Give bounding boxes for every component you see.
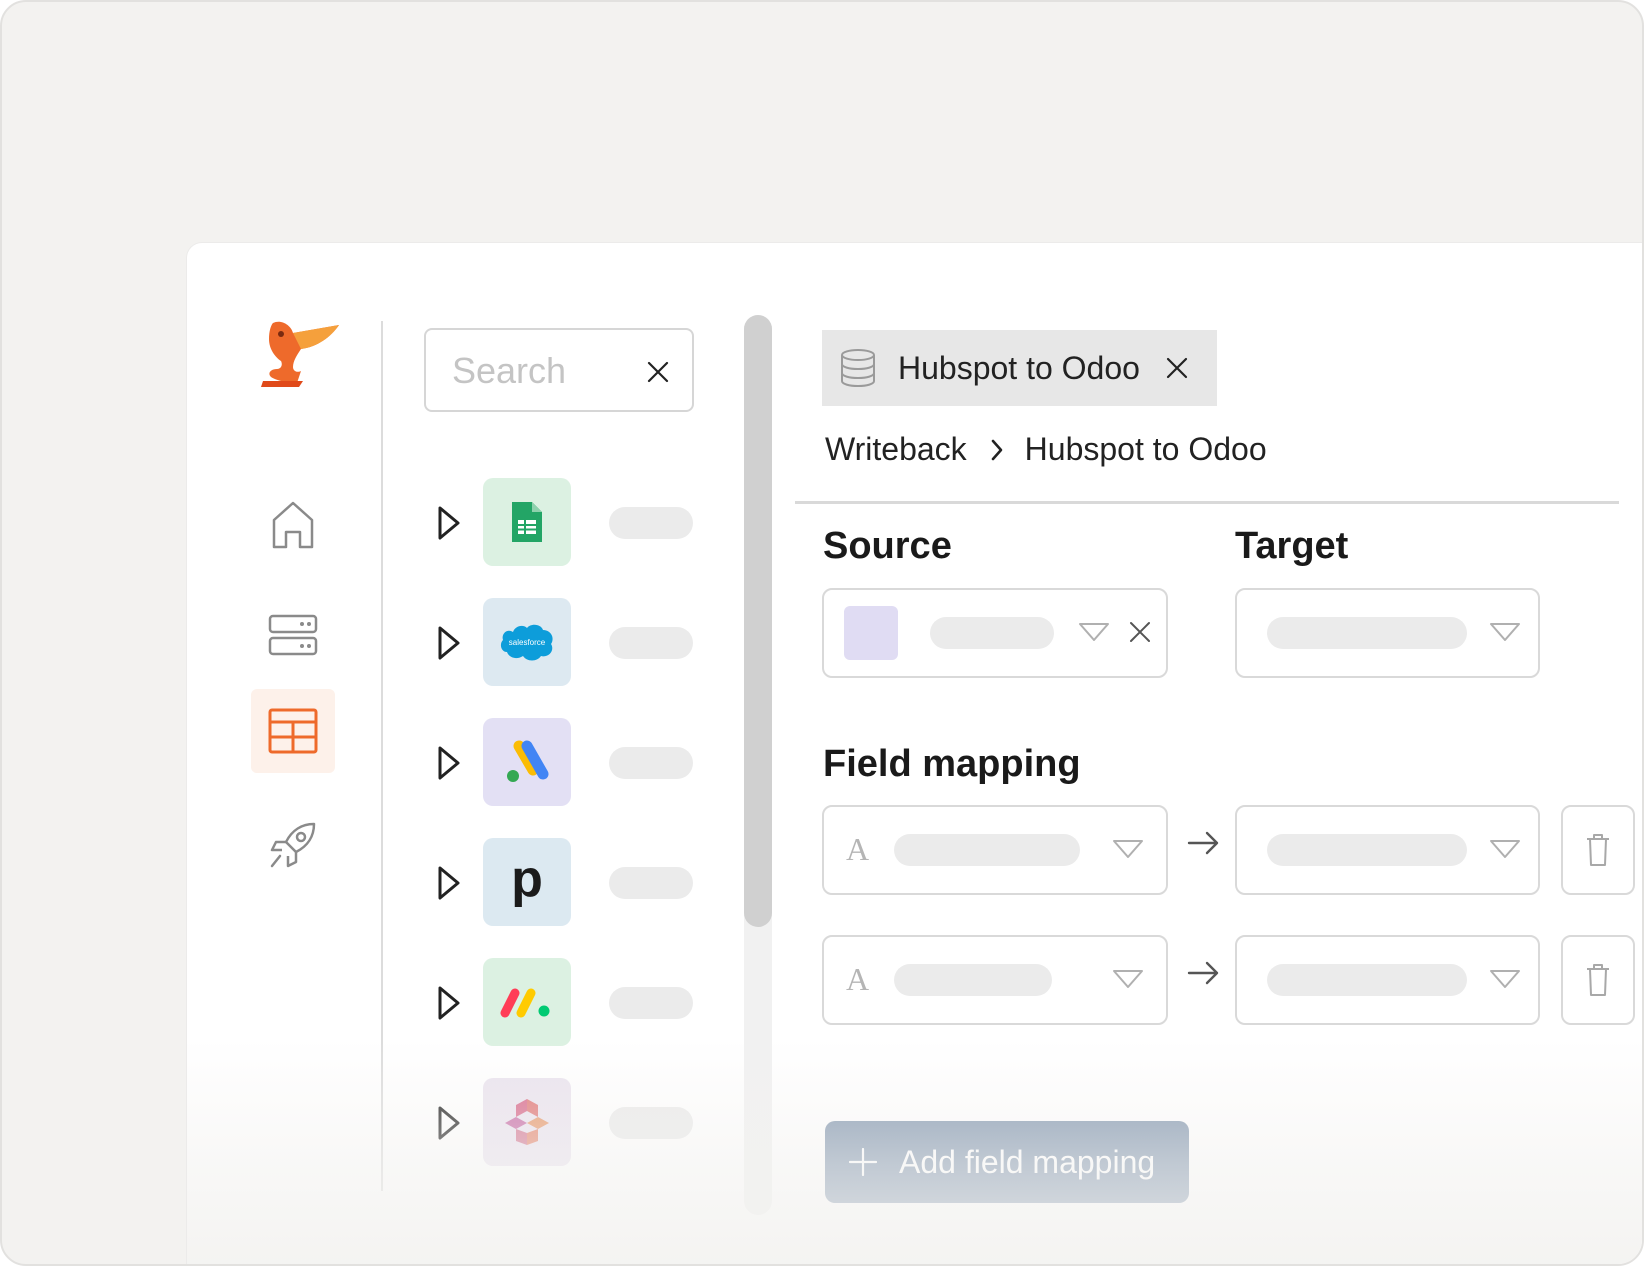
breadcrumb: Writeback Hubspot to Odoo: [825, 431, 1267, 468]
caret-right-icon[interactable]: [437, 865, 461, 901]
clear-icon[interactable]: [1128, 620, 1152, 644]
tab-title: Hubspot to Odoo: [898, 350, 1140, 386]
item-label-placeholder: [609, 747, 693, 779]
item-label-placeholder: [609, 987, 693, 1019]
table-icon: [268, 708, 318, 754]
chevron-down-icon[interactable]: [1078, 620, 1110, 644]
server-icon: [268, 614, 318, 656]
caret-right-icon[interactable]: [437, 1105, 461, 1141]
rocket-icon: [270, 822, 316, 868]
sidebar-divider: [381, 321, 383, 1191]
item-label-placeholder: [609, 627, 693, 659]
google-ads-icon: [483, 718, 571, 806]
chevron-down-icon[interactable]: [1489, 620, 1521, 644]
list-item[interactable]: [437, 718, 707, 808]
delete-mapping-button[interactable]: [1561, 805, 1635, 895]
item-label-placeholder: [609, 507, 693, 539]
database-icon: [841, 349, 875, 388]
chevron-right-icon: [991, 439, 1002, 460]
source-field-placeholder: [894, 964, 1052, 996]
item-label-placeholder: [609, 867, 693, 899]
caret-right-icon[interactable]: [437, 505, 461, 541]
chevron-down-icon[interactable]: [1489, 837, 1521, 861]
breadcrumb-current: Hubspot to Odoo: [1024, 431, 1267, 467]
list-item[interactable]: salesforce: [437, 598, 707, 688]
salesforce-label: salesforce: [509, 638, 546, 647]
search-input[interactable]: [450, 348, 644, 394]
pipedrive-letter: p: [511, 850, 543, 908]
monday-icon: [483, 958, 571, 1046]
source-value-placeholder: [930, 617, 1054, 649]
nav-deploy[interactable]: [251, 803, 335, 887]
google-sheets-icon: [483, 478, 571, 566]
arrow-right-icon: [1187, 831, 1219, 855]
header-divider: [795, 501, 1619, 504]
app-frame: salesforce p: [0, 0, 1644, 1266]
nav-data-sources[interactable]: [251, 593, 335, 677]
chevron-down-icon[interactable]: [1489, 967, 1521, 991]
close-icon[interactable]: [1165, 356, 1189, 380]
mapping-target-field[interactable]: [1235, 805, 1540, 895]
text-type-icon: A: [846, 831, 870, 867]
mapping-source-field[interactable]: A: [822, 935, 1168, 1025]
field-mapping-heading: Field mapping: [823, 743, 1081, 785]
caret-right-icon[interactable]: [437, 625, 461, 661]
target-field-placeholder: [1267, 964, 1467, 996]
list-item[interactable]: [437, 1078, 707, 1168]
chevron-down-icon[interactable]: [1112, 967, 1144, 991]
nav-home[interactable]: [251, 483, 335, 567]
trash-icon: [1587, 834, 1609, 866]
add-field-mapping-button[interactable]: Add field mapping: [825, 1121, 1189, 1203]
target-value-placeholder: [1267, 617, 1467, 649]
search-box[interactable]: [424, 328, 694, 412]
plus-icon: [849, 1148, 877, 1176]
mapping-source-field[interactable]: A: [822, 805, 1168, 895]
item-label-placeholder: [609, 1107, 693, 1139]
breadcrumb-parent[interactable]: Writeback: [825, 431, 967, 468]
chevron-down-icon[interactable]: [1112, 837, 1144, 861]
arrow-right-icon: [1187, 961, 1219, 985]
app-window: salesforce p: [186, 242, 1642, 1264]
add-field-mapping-label: Add field mapping: [899, 1143, 1156, 1180]
target-heading: Target: [1235, 525, 1349, 567]
pipedrive-icon: p: [483, 838, 571, 926]
source-heading: Source: [823, 525, 952, 567]
home-icon: [272, 501, 314, 549]
list-item[interactable]: [437, 958, 707, 1048]
delete-mapping-button[interactable]: [1561, 935, 1635, 1025]
tab-hubspot-to-odoo[interactable]: Hubspot to Odoo: [822, 330, 1217, 406]
source-select[interactable]: [822, 588, 1168, 678]
list-item[interactable]: p: [437, 838, 707, 928]
pelican-logo-icon[interactable]: [259, 321, 341, 387]
scrollbar-thumb[interactable]: [744, 315, 772, 927]
source-field-placeholder: [894, 834, 1080, 866]
close-icon[interactable]: [646, 360, 670, 384]
target-field-placeholder: [1267, 834, 1467, 866]
text-type-icon: A: [846, 961, 870, 997]
mapping-target-field[interactable]: [1235, 935, 1540, 1025]
target-select[interactable]: [1235, 588, 1540, 678]
caret-right-icon[interactable]: [437, 745, 461, 781]
list-item[interactable]: [437, 478, 707, 568]
trash-icon: [1587, 964, 1609, 996]
nav-tables-active[interactable]: [251, 689, 335, 773]
hexagon-app-icon: [483, 1078, 571, 1166]
caret-right-icon[interactable]: [437, 985, 461, 1021]
salesforce-icon: salesforce: [483, 598, 571, 686]
source-swatch: [844, 606, 898, 660]
